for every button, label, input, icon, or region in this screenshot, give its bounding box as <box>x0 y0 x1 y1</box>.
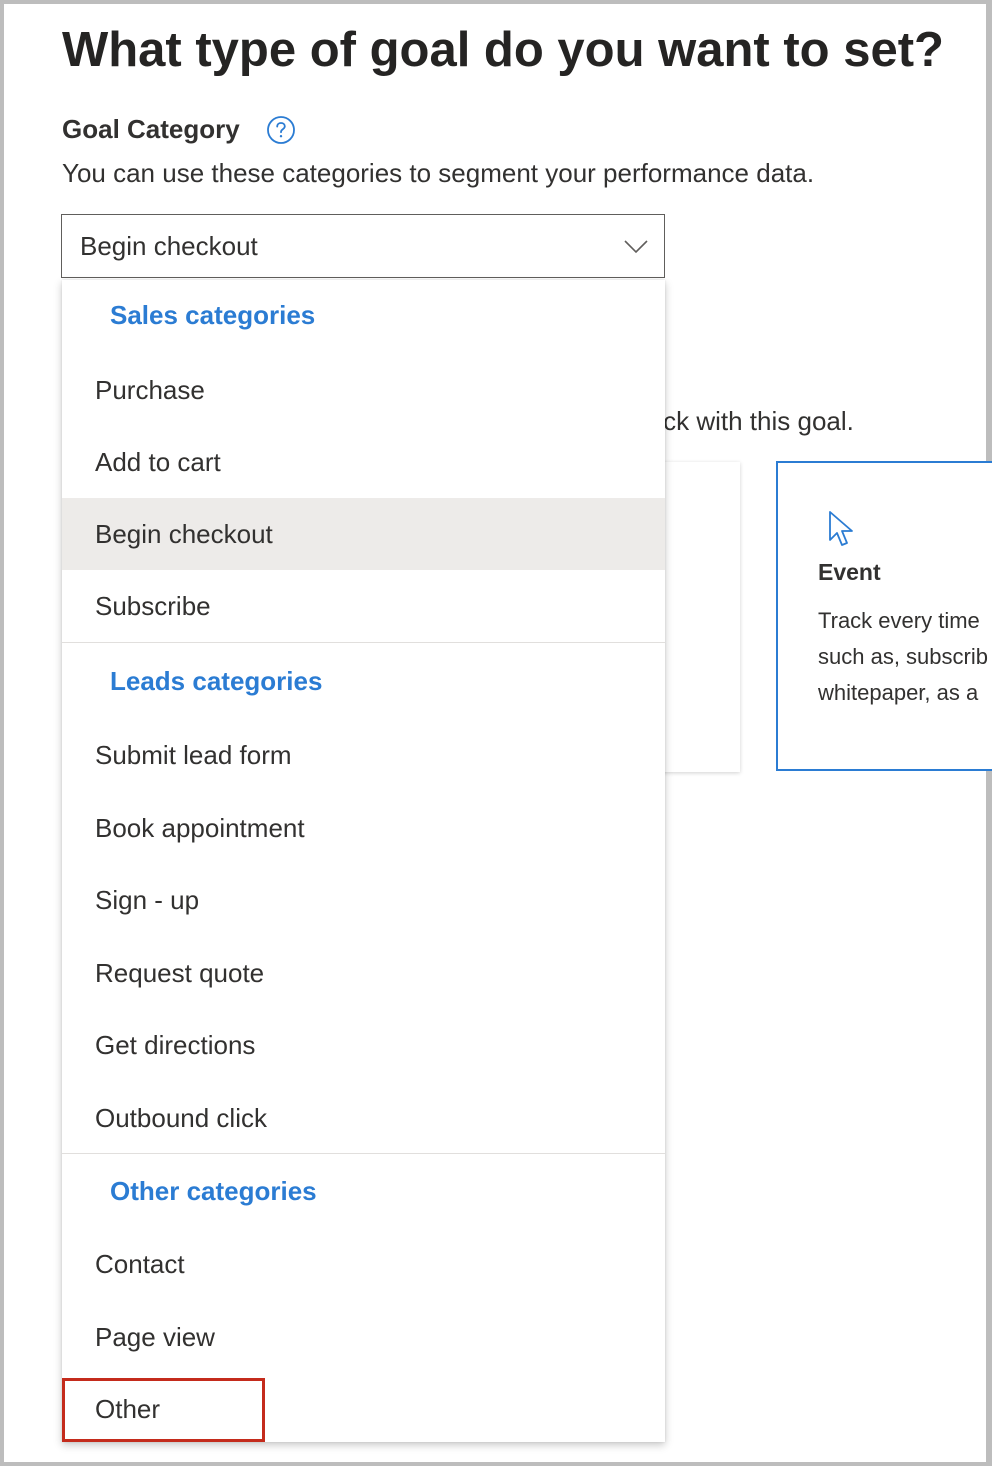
option-page-view[interactable]: Page view <box>62 1301 665 1373</box>
goal-category-dropdown: Sales categories Purchase Add to cart Be… <box>62 280 665 1442</box>
event-desc-line: such as, subscrib <box>818 644 988 669</box>
cursor-pointer-icon <box>829 511 853 546</box>
event-desc-line: Track every time <box>818 608 980 633</box>
option-subscribe[interactable]: Subscribe <box>62 570 665 642</box>
group-header-other: Other categories <box>110 1176 317 1206</box>
event-card-title: Event <box>818 559 881 585</box>
option-contact[interactable]: Contact <box>62 1228 665 1300</box>
option-get-directions[interactable]: Get directions <box>62 1009 665 1081</box>
group-divider <box>62 1153 665 1154</box>
option-submit-lead-form[interactable]: Submit lead form <box>62 719 665 791</box>
goal-category-label: Goal Category <box>62 114 240 144</box>
goal-category-label-row: Goal Category <box>62 114 296 145</box>
option-other[interactable]: Other <box>62 1373 665 1445</box>
chevron-down-icon <box>624 240 648 254</box>
option-outbound-click[interactable]: Outbound click <box>62 1082 665 1154</box>
option-begin-checkout[interactable]: Begin checkout <box>62 498 665 570</box>
goal-category-description: You can use these categories to segment … <box>62 158 815 188</box>
group-divider <box>62 642 665 643</box>
page-title: What type of goal do you want to set? <box>62 23 944 77</box>
option-request-quote[interactable]: Request quote <box>62 937 665 1009</box>
event-desc-line: whitepaper, as a <box>818 680 979 705</box>
option-purchase[interactable]: Purchase <box>62 354 665 426</box>
option-sign-up[interactable]: Sign - up <box>62 864 665 936</box>
goal-action-prompt: rack with this goal. <box>640 406 854 436</box>
group-header-sales: Sales categories <box>110 300 316 330</box>
option-add-to-cart[interactable]: Add to cart <box>62 426 665 498</box>
goal-category-selected-value: Begin checkout <box>80 230 258 261</box>
group-header-leads: Leads categories <box>110 666 323 696</box>
option-book-appointment[interactable]: Book appointment <box>62 792 665 864</box>
event-goal-card[interactable]: Event Track every time such as, subscrib… <box>776 461 992 771</box>
event-card-description: Track every time such as, subscrib white… <box>818 603 992 711</box>
goal-category-select[interactable]: Begin checkout <box>61 214 665 278</box>
help-circle-icon[interactable] <box>266 115 296 145</box>
